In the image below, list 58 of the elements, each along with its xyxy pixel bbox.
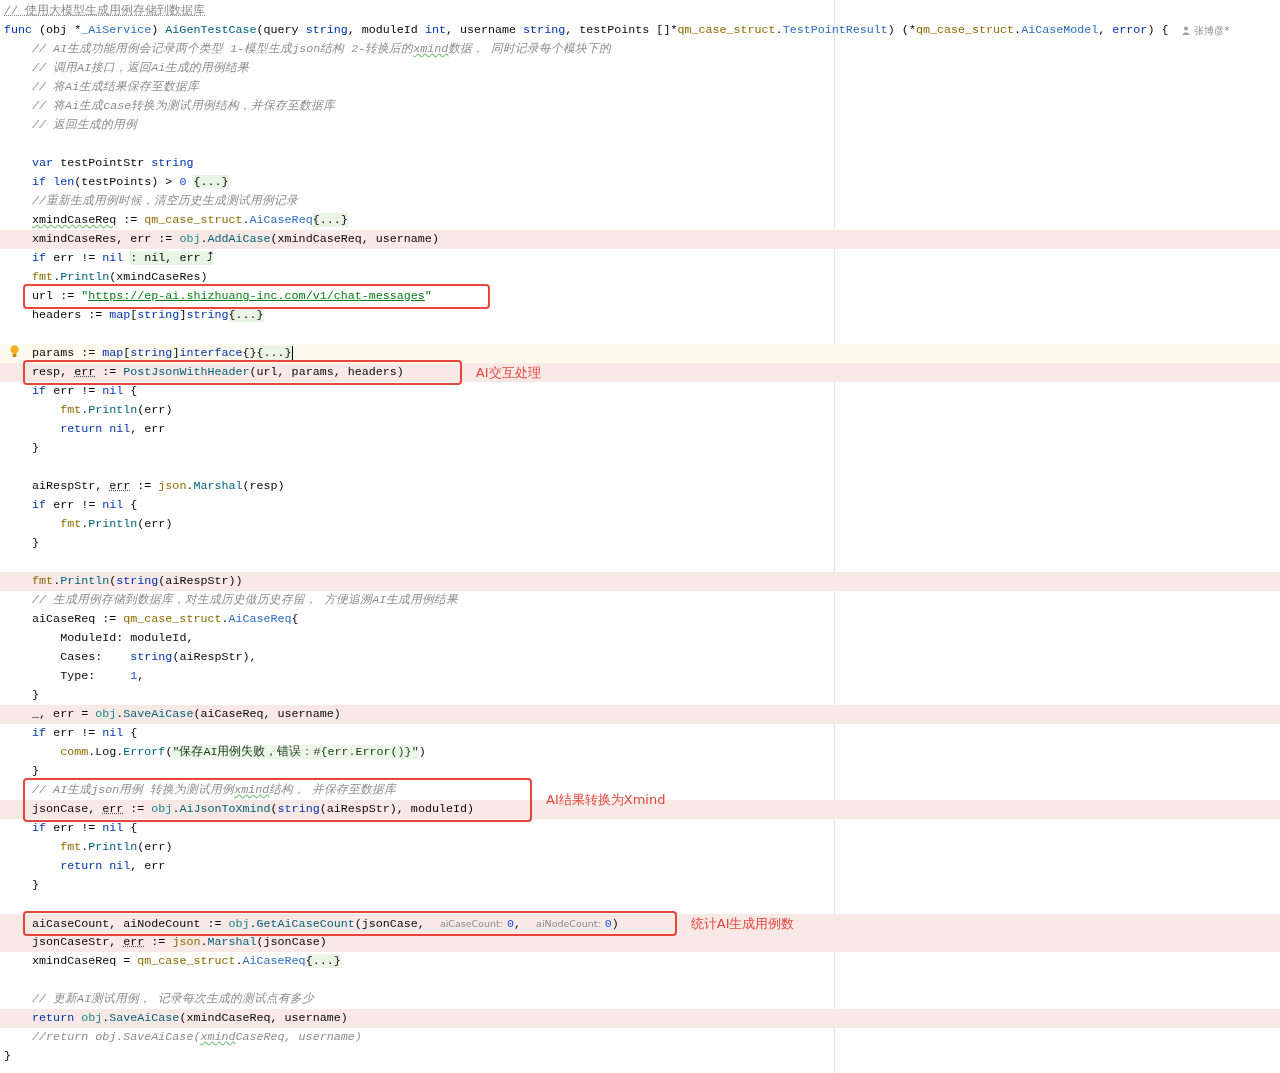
- code-line: return obj.SaveAiCase(xmindCaseReq, username): [31, 1010, 348, 1027]
- code-line: if err != nil {: [31, 383, 138, 400]
- code-line: if err != nil {: [31, 820, 138, 837]
- code-line: jsonCaseStr, err := json.Marshal(jsonCase): [31, 934, 327, 951]
- lightbulb-icon[interactable]: [10, 345, 19, 358]
- code-line: jsonCase, err := obj.AiJsonToXmind(string(aiRespStr), moduleId): [32, 801, 474, 818]
- code-line: ModuleId: moduleId,: [59, 630, 194, 647]
- code-line: var testPointStr string: [31, 155, 194, 172]
- code-line: params := map[string]interface{}{...}: [31, 345, 292, 362]
- code-line: fmt.Println(string(aiRespStr)): [31, 573, 243, 590]
- code-line: }: [31, 763, 40, 780]
- code-line: }: [31, 535, 40, 552]
- author-hint[interactable]: 张博彦*: [1182, 23, 1230, 38]
- code-line: aiRespStr, err := json.Marshal(resp): [31, 478, 285, 495]
- code-line: // 使用大模型生成用例存储到数据库: [3, 3, 206, 20]
- person-icon: [1182, 26, 1191, 35]
- code-line: resp, err := PostJsonWithHeader(url, params, headers): [32, 364, 404, 381]
- code-line: comm.Log.Errorf("保存AI用例失败，错误：#{err.Error()}"): [59, 744, 426, 761]
- annotation-label: AI结果转换为Xmind: [546, 791, 666, 809]
- code-line: aiCaseCount, aiNodeCount := obj.GetAiCaseCount(jsonCase, aiCaseCount: 0, aiNodeCount: 0): [32, 916, 619, 933]
- code-line: return nil, err: [59, 421, 166, 438]
- code-line: if err != nil : nil, err ⤴: [31, 250, 214, 267]
- code-line: fmt.Println(err): [59, 516, 173, 533]
- code-line: // 调用AI接口，返回Ai生成的用例结果: [31, 60, 250, 77]
- code-line: xmindCaseReq = qm_case_struct.AiCaseReq{...}: [31, 953, 341, 970]
- annotation-label: 统计AI生成用例数: [690, 914, 795, 933]
- code-line: xmindCaseReq := qm_case_struct.AiCaseReq{...}: [31, 212, 348, 229]
- code-line: }: [3, 1048, 11, 1065]
- code-line: fmt.Println(err): [59, 839, 173, 856]
- code-line: // AI生成json用例 转换为测试用例xmind结构， 并保存至数据库: [32, 782, 397, 799]
- code-line: if err != nil {: [31, 725, 138, 742]
- code-line: Cases: string(aiRespStr),: [59, 649, 257, 666]
- code-line: url := "https://ep-ai.shizhuang-inc.com/v1/chat-messages": [32, 288, 432, 305]
- annotation-label: AI交互处理: [475, 363, 541, 382]
- code-line: // 更新AI测试用例， 记录每次生成的测试点有多少: [31, 991, 315, 1008]
- code-line: }: [31, 687, 40, 704]
- code-line: fmt.Println(xmindCaseRes): [31, 269, 208, 286]
- text-cursor: [291, 346, 293, 361]
- code-line: aiCaseReq := qm_case_struct.AiCaseReq{: [31, 611, 299, 628]
- code-line: Type: 1,: [59, 668, 145, 685]
- code-line: _, err = obj.SaveAiCase(aiCaseReq, username): [31, 706, 341, 723]
- code-line: return nil, err: [59, 858, 166, 875]
- code-line: }: [31, 440, 40, 457]
- code-line: //重新生成用例时候，清空历史生成测试用例记录: [31, 193, 299, 210]
- code-line: headers := map[string]string{...}: [31, 307, 264, 324]
- code-line: fmt.Println(err): [59, 402, 173, 419]
- code-line: // 将Ai生成结果保存至数据库: [31, 79, 200, 96]
- code-line: xmindCaseRes, err := obj.AddAiCase(xmindCaseReq, username): [31, 231, 439, 248]
- code-line: // 生成用例存储到数据库，对生成历史做历史存留， 方便追溯AI生成用例结果: [31, 592, 459, 609]
- code-line: //return obj.SaveAiCase(xmindCaseReq, username): [31, 1029, 362, 1046]
- code-line: if err != nil {: [31, 497, 138, 514]
- author-name: 张博彦*: [1194, 23, 1230, 38]
- code-line: }: [31, 877, 40, 894]
- code-line: // 将Ai生成case转换为测试用例结构，并保存至数据库: [31, 98, 336, 115]
- code-line: // AI生成功能用例会记录两个类型 1-模型生成json结构 2-转换后的xmind数据， 同时记录每个模块下的: [31, 41, 612, 58]
- code-line: // 返回生成的用例: [31, 117, 138, 134]
- code-line: if len(testPoints) > 0 {...}: [31, 174, 229, 191]
- code-line: func (obj *_AiService) AiGenTestCase(query string, moduleId int, username string, testPoints []*qm_case_struct.TestPointResult) (*qm_case_struct.AiCaseModel, error) {: [3, 22, 1169, 39]
